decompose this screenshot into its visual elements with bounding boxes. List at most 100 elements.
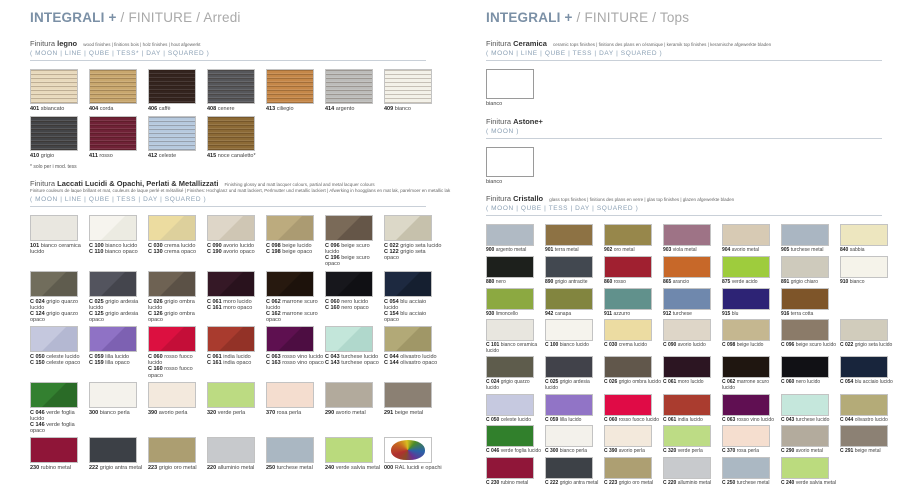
color-chip — [148, 437, 196, 463]
color-chip — [722, 319, 770, 341]
swatch-c-096-beige-scuro-lucido: C 096 beige scuro lucido — [781, 319, 840, 354]
swatch-undefined: C 062 marrone scuro lucidoC 162 marrone … — [266, 271, 325, 324]
section-divider — [30, 206, 426, 207]
swatch-undefined: C 060 nero lucidoC 160 nero opaco — [325, 271, 384, 324]
swatch-undefined: C 061 india lucidoC 161 india opaco — [207, 326, 266, 379]
page-title-brand: INTEGRALI + — [30, 10, 117, 25]
section-name: Cristallo — [513, 194, 543, 203]
color-chip — [30, 271, 78, 297]
swatch-label: C 030 crema lucido — [604, 343, 662, 349]
swatch-890-grigio-antracite: 890 grigio antracite — [545, 256, 604, 286]
color-chip — [384, 69, 432, 104]
color-chip — [89, 382, 137, 408]
swatch-label: C 222 grigio antra metal — [545, 481, 603, 487]
swatch-900-argento-metal: 900 argento metal — [486, 224, 545, 254]
swatch-label: C 060 rosso fuoco lucido — [604, 418, 662, 424]
swatch-408-cenere: 408 cenere — [207, 69, 266, 112]
color-chip — [781, 256, 829, 278]
swatch-901-terra-metal: 901 terra metal — [545, 224, 604, 254]
color-chip — [781, 224, 829, 246]
swatch-label: C 096 beige scuro lucidoC 196 beige scur… — [325, 243, 383, 268]
swatch-label: 880 nero — [486, 280, 544, 286]
swatch-label: C 100 bianco lucido — [545, 343, 603, 349]
color-chip — [266, 326, 314, 352]
color-chip — [604, 394, 652, 416]
section-prefix: Finitura — [486, 39, 511, 48]
swatch-c-063-rosso-vino-lucido: C 063 rosso vino lucido — [722, 394, 781, 424]
swatch-undefined: C 050 celeste lucidoC 150 celeste opaco — [30, 326, 89, 379]
swatch-row: 900 argento metal901 terra metal902 oro … — [486, 224, 912, 254]
color-chip — [148, 69, 196, 104]
swatch-c-222-grigio-antra-metal: C 222 grigio antra metal — [545, 457, 604, 487]
color-chip — [840, 256, 888, 278]
swatch-300-bianco-perla: 300 bianco perla — [89, 382, 148, 435]
swatch-label: 320 verde perla — [207, 410, 265, 416]
color-chip — [89, 215, 137, 241]
color-chip — [148, 271, 196, 297]
swatch-916-terra-cotta: 916 terra cotta — [781, 288, 840, 318]
section-models: ( MOON | LINE | QUBE | TESS | DAY | SQUA… — [486, 50, 912, 57]
color-chip — [30, 215, 78, 241]
section-prefix: Finitura — [30, 179, 55, 188]
swatch-label: C 050 celeste lucidoC 150 celeste opaco — [30, 354, 88, 366]
swatch-291-beige-metal: 291 beige metal — [384, 382, 443, 435]
swatch-390-avorio-perla: 390 avorio perla — [148, 382, 207, 435]
color-chip — [30, 437, 78, 463]
swatch-label: 414 argento — [325, 106, 383, 112]
swatch-label: C 061 moro lucido — [663, 380, 721, 386]
section-header-legno: Finitura legno wood finishes | finitions… — [30, 39, 456, 48]
swatch-412-celeste: 412 celeste — [148, 116, 207, 159]
section-header-astone: Finitura Astone+ — [486, 117, 912, 126]
color-chip — [148, 215, 196, 241]
swatch-undefined: C 024 grigio quarzo lucidoC 124 grigio q… — [30, 271, 89, 324]
swatch-row: bianco — [486, 69, 912, 107]
color-chip — [722, 394, 770, 416]
swatch-label: 410 grigio — [30, 153, 88, 159]
swatch-c-061-moro-lucido: C 061 moro lucido — [663, 356, 722, 391]
color-chip — [781, 425, 829, 447]
color-chip — [545, 319, 593, 341]
swatch-c-059-lilla-lucido: C 059 lilla lucido — [545, 394, 604, 424]
color-chip — [148, 116, 196, 151]
swatch-undefined: C 100 bianco lucidoC 110 bianco opaco — [89, 215, 148, 268]
swatch-label: 290 avorio metal — [325, 410, 383, 416]
swatch-label: 930 limoncello — [486, 312, 544, 318]
color-chip — [781, 457, 829, 479]
swatch-label: C 060 nero lucidoC 160 nero opaco — [325, 299, 383, 311]
swatch-c-044-olivastro-lucido: C 044 olivastro lucido — [840, 394, 899, 424]
section-divider — [30, 60, 426, 61]
swatch-240-verde-salvia-metal: 240 verde salvia metal — [325, 437, 384, 471]
swatch-label: C 026 grigio ombra lucidoC 126 grigio om… — [148, 299, 206, 324]
swatch-904-avorio-metal: 904 avorio metal — [722, 224, 781, 254]
swatch-c-022-grigio-seta-lucido: C 022 grigio seta lucido — [840, 319, 899, 354]
color-chip — [486, 69, 534, 99]
section-ceramica: Finitura Ceramica ceramic tops finishes … — [486, 39, 912, 108]
color-chip — [325, 326, 373, 352]
swatch-label: C 220 alluminio metal — [663, 481, 721, 487]
color-chip — [545, 457, 593, 479]
swatch-label: C 054 blu acciaio lucido — [840, 380, 898, 386]
swatch-c-370-rosa-perla: C 370 rosa perla — [722, 425, 781, 455]
swatch-409-bianco: 409 bianco — [384, 69, 443, 112]
color-chip — [663, 256, 711, 278]
swatch-370-rosa-perla: 370 rosa perla — [266, 382, 325, 435]
swatch-c-054-blu-acciaio-lucido: C 054 blu acciaio lucido — [840, 356, 899, 391]
swatch-891-grigio-chiaro: 891 grigio chiaro — [781, 256, 840, 286]
swatch-230-rubino-metal: 230 rubino metal — [30, 437, 89, 471]
swatch-220-alluminio-metal: 220 alluminio metal — [207, 437, 266, 471]
swatch-880-nero: 880 nero — [486, 256, 545, 286]
swatch-label: C 062 marrone scuro lucido — [722, 380, 780, 391]
swatch-bianco: bianco — [486, 147, 545, 185]
color-chip — [545, 288, 593, 310]
section-divider — [486, 60, 882, 61]
page-title: INTEGRALI + / FINITURE / Arredi — [30, 10, 456, 25]
swatch-101-bianco-ceramica-lucido: 101 bianco ceramica lucido — [30, 215, 89, 268]
color-chip — [545, 256, 593, 278]
swatch-905-turchese-metal: 905 turchese metal — [781, 224, 840, 254]
swatch-label: C 370 rosa perla — [722, 449, 780, 455]
swatch-undefined: C 098 beige lucidoC 198 beige opaco — [266, 215, 325, 268]
color-chip — [663, 356, 711, 378]
swatch-label: C 090 avorio lucidoC 190 avorio opaco — [207, 243, 265, 255]
page-title: INTEGRALI + / FINITURE / Tops — [486, 10, 912, 25]
swatch-c-320-verde-perla: C 320 verde perla — [663, 425, 722, 455]
